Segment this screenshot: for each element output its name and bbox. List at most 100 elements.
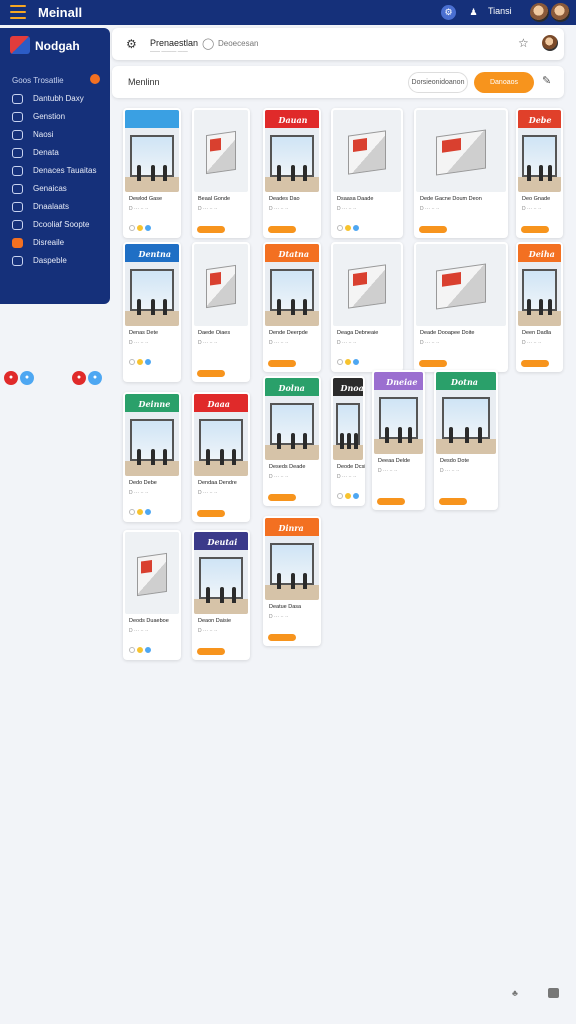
header-bar: ⚙ Prenaestlan —— ——— —— ◯ Deoecesan ☆ <box>112 28 564 60</box>
store-icon <box>12 238 23 248</box>
card-action-button[interactable] <box>197 648 225 655</box>
people-icon[interactable]: ♣ <box>512 988 518 998</box>
close-icon[interactable]: ✎ <box>542 74 551 87</box>
card-action-button[interactable] <box>377 498 405 505</box>
person-figure <box>538 164 543 181</box>
product-card[interactable]: Dauan Deades Dao D ··· ·· ·· <box>263 108 321 238</box>
card-action-button[interactable] <box>268 634 296 641</box>
card-action-button[interactable] <box>268 226 296 233</box>
rating-icon <box>337 218 367 231</box>
card-action-button[interactable] <box>521 226 549 233</box>
person-figure <box>276 164 281 181</box>
chip-blue[interactable]: ● <box>20 371 34 385</box>
product-card[interactable]: Dinra Deatue Dasa D ··· ·· ·· <box>263 516 321 646</box>
card-action-button[interactable] <box>197 510 225 517</box>
chip-red[interactable]: ● <box>4 371 18 385</box>
rating-icon <box>129 218 159 231</box>
card-action-button[interactable] <box>268 360 296 367</box>
user-icon[interactable]: ♟ <box>466 5 481 20</box>
store-sign-text: Deinne <box>138 398 171 409</box>
product-card[interactable]: Dnoate Deode Dcsie D ··· ·· ·· <box>331 376 365 506</box>
store-sign: Deinne <box>125 394 179 413</box>
product-card[interactable]: Deutai Deaon Daisie D ··· ·· ·· <box>192 530 250 660</box>
person-figure <box>527 298 532 315</box>
product-card[interactable]: Deaga Debneaie D ··· ·· ·· <box>331 242 403 372</box>
toolbar: Menlinn Dorsieonidoanon Danoaos ✎ <box>112 66 564 98</box>
sidebar-item[interactable]: Dantubh Daxy <box>12 92 104 108</box>
primary-button[interactable]: Danoaos <box>474 72 534 93</box>
product-card[interactable]: Dolna Deseds Deade D ··· ·· ·· <box>263 376 321 506</box>
person-figure <box>548 298 553 315</box>
product-card[interactable]: Deinne Dedo Debe D ··· ·· ·· <box>123 392 181 522</box>
product-card[interactable]: Dneiae Deeaa Delde D ··· ·· ·· <box>372 370 425 510</box>
sidebar-item[interactable]: Dcooliaf Soopte <box>12 218 104 234</box>
secondary-avatar[interactable] <box>551 3 570 22</box>
product-card[interactable]: Daede Oiaes D ··· ·· ·· <box>192 242 250 382</box>
card-action-button[interactable] <box>268 494 296 501</box>
product-card[interactable]: Dentna Denas Dete D ··· ·· ·· <box>123 242 181 382</box>
person-figure <box>276 572 281 589</box>
category-tag[interactable]: Deoecesan <box>218 39 258 48</box>
store-thumbnail: Dnoate <box>333 378 363 460</box>
favorite-icon[interactable]: ☆ <box>518 36 529 50</box>
person-figure <box>150 448 155 465</box>
sidebar-item[interactable]: Daspeble <box>12 254 104 270</box>
store-sign: Dinra <box>265 518 319 537</box>
card-action-button[interactable] <box>521 360 549 367</box>
store-thumbnail: Deiha <box>518 244 561 326</box>
chip-red-2[interactable]: ● <box>72 371 86 385</box>
card-action-button[interactable] <box>197 370 225 377</box>
person-figure <box>136 164 141 181</box>
product-card[interactable]: Dotna Desdo Dote D ··· ·· ·· <box>434 370 498 510</box>
chip-blue-2[interactable]: ● <box>88 371 102 385</box>
user-name[interactable]: Tiansi <box>488 6 512 16</box>
product-card[interactable]: Deade Dooapee Doite D ··· ·· ·· <box>414 242 508 372</box>
kiosk-model <box>205 130 237 175</box>
profile-avatar[interactable] <box>542 35 558 51</box>
window-icon[interactable] <box>548 988 559 998</box>
sidebar-item[interactable]: Denaces Tauaitas <box>12 164 104 180</box>
sidebar-item[interactable]: Disreaile <box>12 236 104 252</box>
product-card[interactable]: Dede Gacne Doum Deon D ··· ·· ·· <box>414 108 508 238</box>
card-subtitle: D ··· ·· ·· <box>440 468 460 474</box>
sidebar-item[interactable]: Dnaalaats <box>12 200 104 216</box>
card-action-button[interactable] <box>197 226 225 233</box>
folder-icon <box>12 166 23 176</box>
person-figure <box>449 426 454 443</box>
secondary-button[interactable]: Dorsieonidoanon <box>408 72 468 93</box>
settings-icon[interactable]: ⚙ <box>126 37 137 51</box>
card-subtitle: D ··· ·· ·· <box>378 468 398 474</box>
product-card[interactable]: Deiha Deen Dadla D ··· ·· ·· <box>516 242 563 372</box>
sidebar-item[interactable]: Genstion <box>12 110 104 126</box>
card-subtitle: D ··· ·· ·· <box>420 206 440 212</box>
card-action-button[interactable] <box>439 498 467 505</box>
person-figure <box>538 298 543 315</box>
product-card[interactable]: Daaa Dendaa Dendre D ··· ·· ·· <box>192 392 250 522</box>
box-icon <box>12 184 23 194</box>
tag-icon: ◯ <box>202 38 215 50</box>
card-action-button[interactable] <box>419 360 447 367</box>
sidebar-item-label: Dnaalaats <box>33 202 70 211</box>
kiosk-model <box>136 552 168 597</box>
sidebar-item[interactable]: Denata <box>12 146 104 162</box>
product-card[interactable]: Dewlod Gase D ··· ·· ·· <box>123 108 181 238</box>
card-title: Desdo Dote <box>440 458 470 464</box>
person-figure <box>231 586 236 603</box>
store-thumbnail: Dneiae <box>374 372 423 454</box>
circle-icon <box>12 112 23 122</box>
notification-icon[interactable]: ⚙ <box>441 5 456 20</box>
product-card[interactable]: Dtatna Dende Deerpde D ··· ·· ·· <box>263 242 321 372</box>
product-card[interactable]: Deods Duaeboe D ··· ·· ·· <box>123 530 181 660</box>
product-card[interactable]: Dsaasa Daade D ··· ·· ·· <box>331 108 403 238</box>
app-logo <box>10 36 30 54</box>
avatar[interactable] <box>530 3 549 22</box>
product-card[interactable]: Beaal Gonde D ··· ·· ·· <box>192 108 250 238</box>
store-sign: Deutai <box>194 532 248 551</box>
sidebar-item[interactable]: Genaicas <box>12 182 104 198</box>
person-figure <box>205 448 210 465</box>
person-figure <box>548 164 553 181</box>
sidebar-item[interactable]: Naosi <box>12 128 104 144</box>
menu-icon[interactable] <box>10 5 26 19</box>
card-action-button[interactable] <box>419 226 447 233</box>
product-card[interactable]: Debe Deo Gnade D ··· ·· ·· <box>516 108 563 238</box>
